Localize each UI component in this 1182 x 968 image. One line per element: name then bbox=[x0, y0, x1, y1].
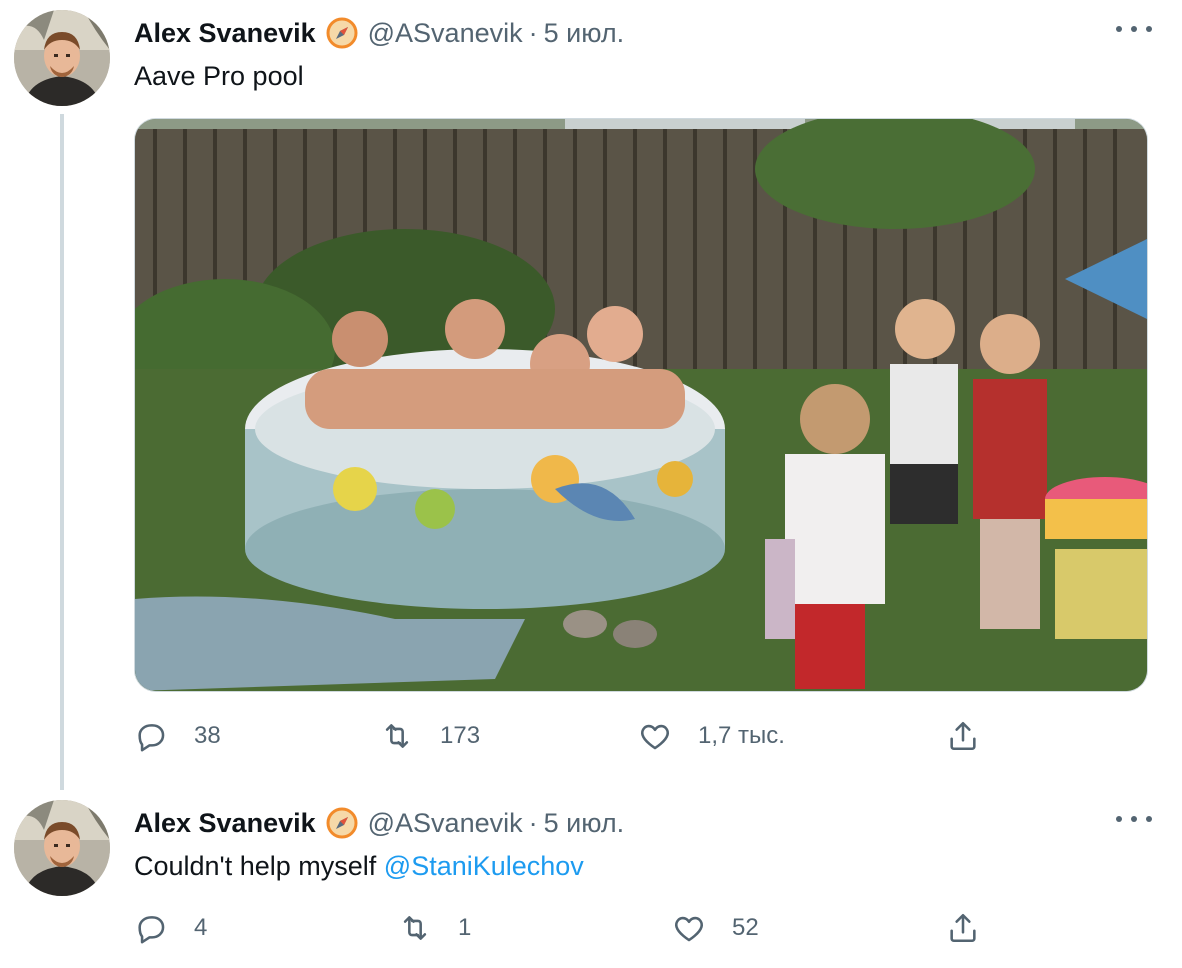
retweet-icon bbox=[380, 719, 414, 753]
retweet-button[interactable]: 173 bbox=[380, 716, 480, 756]
verified-badge-icon bbox=[326, 17, 358, 49]
reply-count: 4 bbox=[194, 914, 208, 941]
like-count: 52 bbox=[732, 914, 759, 941]
profile-photo-icon bbox=[14, 10, 110, 106]
tweet-text-body: Couldn't help myself bbox=[134, 851, 384, 881]
avatar[interactable] bbox=[14, 10, 110, 106]
tweet-actions: 38 173 1,7 тыс. bbox=[134, 716, 1034, 756]
share-button[interactable] bbox=[946, 716, 980, 756]
tweet-text: Aave Pro pool bbox=[134, 61, 304, 91]
reply-count: 38 bbox=[194, 722, 221, 749]
tweet-text: Couldn't help myself @StaniKulechov bbox=[134, 848, 584, 884]
like-button[interactable]: 52 bbox=[672, 908, 759, 948]
retweet-icon bbox=[398, 911, 432, 945]
tweet-header: Alex Svanevik @ASvanevik · 5 июл. bbox=[134, 16, 624, 50]
tweet-date[interactable]: 5 июл. bbox=[544, 808, 625, 839]
tweet-header: Alex Svanevik @ASvanevik · 5 июл. bbox=[134, 806, 624, 840]
tweet[interactable]: Alex Svanevik @ASvanevik · 5 июл. Aave P… bbox=[0, 0, 1182, 790]
share-icon bbox=[946, 911, 980, 945]
author-name[interactable]: Alex Svanevik bbox=[134, 808, 316, 839]
separator: · bbox=[528, 17, 538, 48]
heart-icon bbox=[638, 719, 672, 753]
mention-link[interactable]: @StaniKulechov bbox=[384, 851, 584, 881]
tweet-media[interactable] bbox=[134, 118, 1148, 692]
share-icon bbox=[946, 719, 980, 753]
profile-photo-icon bbox=[14, 800, 110, 896]
author-handle[interactable]: @ASvanevik bbox=[368, 18, 523, 49]
thread-line bbox=[60, 114, 64, 790]
heart-icon bbox=[672, 911, 706, 945]
more-options-icon[interactable] bbox=[1116, 16, 1152, 42]
avatar[interactable] bbox=[14, 800, 110, 896]
tweet[interactable]: Alex Svanevik @ASvanevik · 5 июл. Couldn… bbox=[0, 790, 1182, 968]
retweet-count: 173 bbox=[440, 722, 481, 749]
reply-icon bbox=[134, 719, 168, 753]
verified-badge-icon bbox=[326, 807, 358, 839]
retweet-button[interactable]: 1 bbox=[398, 908, 471, 948]
more-options-icon[interactable] bbox=[1116, 806, 1152, 832]
tweet-date[interactable]: 5 июл. bbox=[544, 18, 625, 49]
reply-icon bbox=[134, 911, 168, 945]
author-handle[interactable]: @ASvanevik bbox=[368, 808, 523, 839]
author-name[interactable]: Alex Svanevik bbox=[134, 18, 316, 49]
retweet-count: 1 bbox=[458, 914, 472, 941]
like-button[interactable]: 1,7 тыс. bbox=[638, 716, 785, 756]
reply-button[interactable]: 4 bbox=[134, 908, 207, 948]
share-button[interactable] bbox=[946, 908, 980, 948]
reply-button[interactable]: 38 bbox=[134, 716, 221, 756]
like-count: 1,7 тыс. bbox=[698, 722, 785, 749]
separator: · bbox=[528, 807, 538, 838]
photo-pool-icon bbox=[135, 119, 1147, 691]
tweet-actions: 4 1 52 bbox=[134, 908, 1034, 948]
